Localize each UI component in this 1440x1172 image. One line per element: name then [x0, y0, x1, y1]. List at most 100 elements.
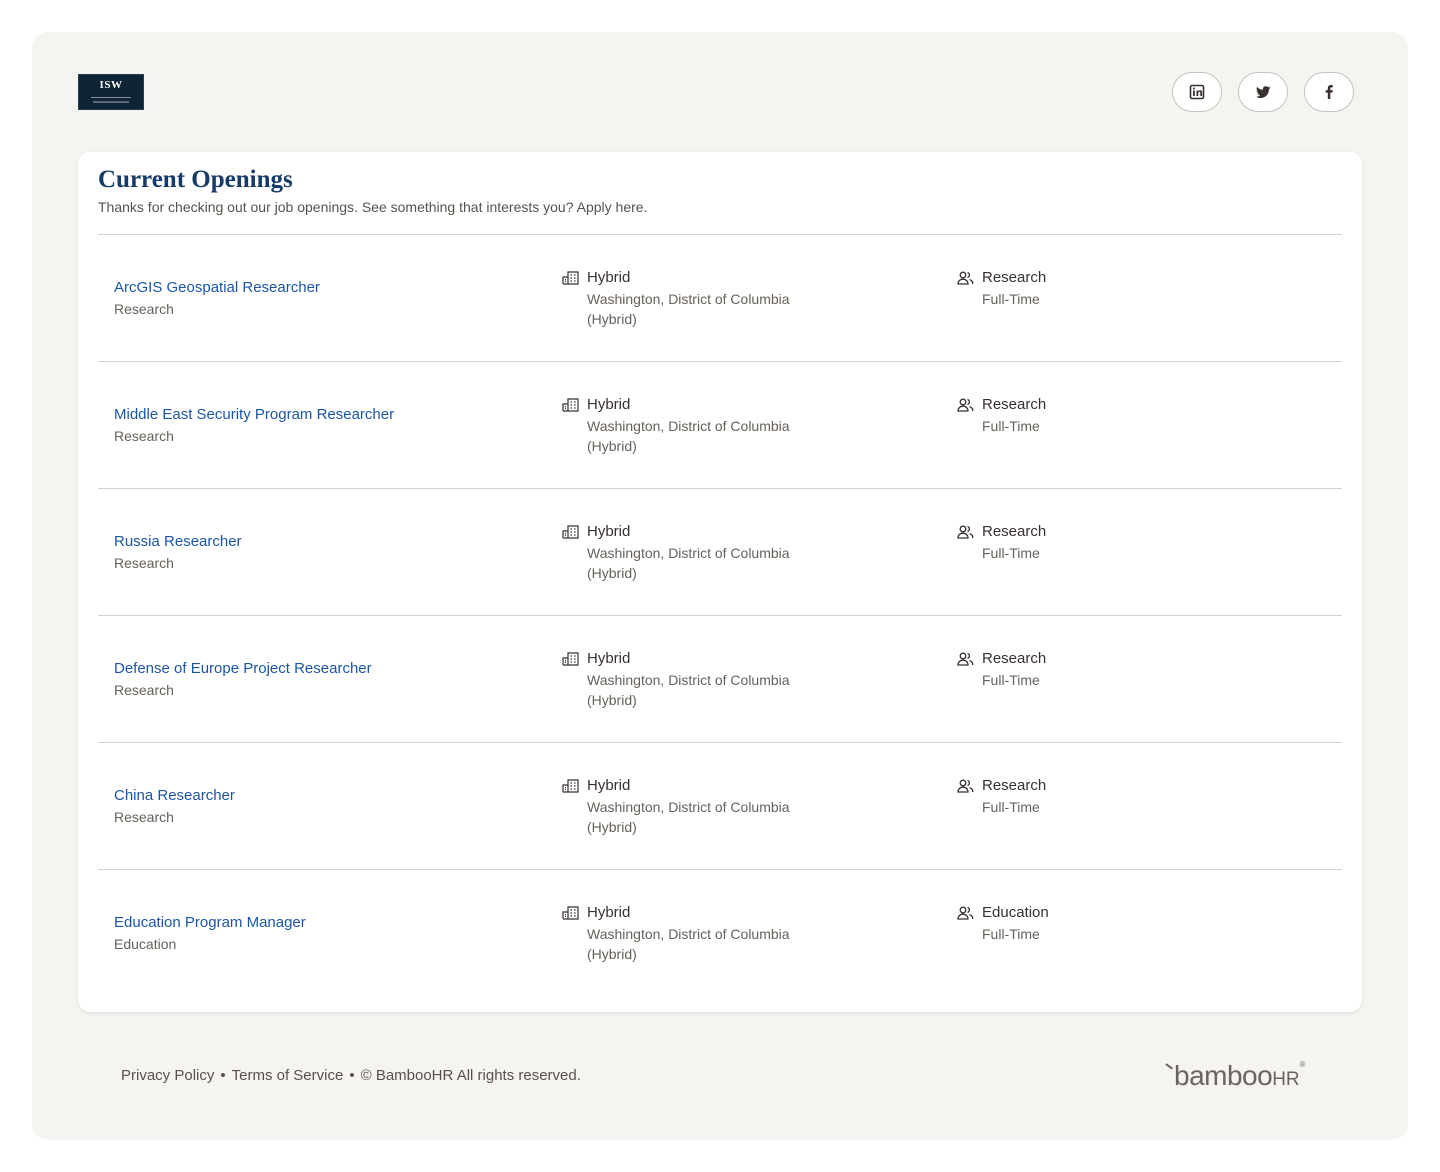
- job-location: Hybrid Washington, District of Columbia …: [562, 904, 790, 964]
- people-icon: [957, 779, 974, 793]
- job-row: Russia Researcher Research Hybrid Washin…: [98, 488, 1342, 615]
- location-type: Hybrid: [587, 777, 631, 794]
- job-row: China Researcher Research Hybrid Washing…: [98, 742, 1342, 869]
- location-city: Washington, District of Columbia: [587, 926, 790, 942]
- location-note: (Hybrid): [587, 819, 637, 835]
- job-title-link[interactable]: China Researcher: [114, 787, 235, 804]
- building-icon: [562, 652, 579, 666]
- location-city: Washington, District of Columbia: [587, 672, 790, 688]
- location-note: (Hybrid): [587, 692, 637, 708]
- linkedin-icon: [1189, 84, 1205, 100]
- job-department: Research: [114, 428, 174, 444]
- job-row: Middle East Security Program Researcher …: [98, 361, 1342, 488]
- facebook-button[interactable]: [1304, 72, 1354, 112]
- people-icon: [957, 906, 974, 920]
- page-container: ISW Current Openings Thanks for checking…: [32, 32, 1408, 1140]
- location-note: (Hybrid): [587, 438, 637, 454]
- job-team: Research Full-Time: [957, 523, 1046, 563]
- brand-registered: ®: [1299, 1060, 1306, 1069]
- employment-type: Full-Time: [982, 672, 1040, 688]
- building-icon: [562, 525, 579, 539]
- job-title-link[interactable]: Defense of Europe Project Researcher: [114, 660, 372, 677]
- building-icon: [562, 271, 579, 285]
- page-title: Current Openings: [98, 166, 293, 193]
- location-city: Washington, District of Columbia: [587, 418, 790, 434]
- location-type: Hybrid: [587, 650, 631, 667]
- job-team-name: Research: [982, 650, 1047, 667]
- location-city: Washington, District of Columbia: [587, 545, 790, 561]
- job-location: Hybrid Washington, District of Columbia …: [562, 269, 790, 329]
- employment-type: Full-Time: [982, 418, 1040, 434]
- building-icon: [562, 398, 579, 412]
- job-list: ArcGIS Geospatial Researcher Research Hy…: [98, 234, 1342, 996]
- brand-main: bamboo: [1174, 1060, 1273, 1091]
- location-note: (Hybrid): [587, 311, 637, 327]
- location-type: Hybrid: [587, 269, 631, 286]
- job-info: Education Program Manager Education: [114, 914, 306, 952]
- job-department: Research: [114, 301, 174, 317]
- job-title-link[interactable]: Education Program Manager: [114, 914, 306, 931]
- job-department: Research: [114, 682, 174, 698]
- logo-divider: [91, 97, 131, 98]
- job-location: Hybrid Washington, District of Columbia …: [562, 396, 790, 456]
- location-note: (Hybrid): [587, 946, 637, 962]
- job-row: Defense of Europe Project Researcher Res…: [98, 615, 1342, 742]
- people-icon: [957, 271, 974, 285]
- facebook-icon: [1325, 85, 1333, 99]
- terms-of-service-link[interactable]: Terms of Service: [232, 1067, 344, 1084]
- employment-type: Full-Time: [982, 799, 1040, 815]
- employment-type: Full-Time: [982, 926, 1040, 942]
- bamboo-leaf-icon: [1163, 1063, 1173, 1073]
- logo-text: ISW: [99, 79, 123, 91]
- job-team: Education Full-Time: [957, 904, 1049, 944]
- job-team: Research Full-Time: [957, 650, 1046, 690]
- job-team-name: Research: [982, 523, 1047, 540]
- job-department: Research: [114, 809, 174, 825]
- job-team-name: Education: [982, 904, 1049, 921]
- job-team-name: Research: [982, 777, 1047, 794]
- job-info: Middle East Security Program Researcher …: [114, 406, 394, 444]
- bamboohr-logo[interactable]: bambooHR®: [1163, 1060, 1306, 1092]
- company-logo[interactable]: ISW: [78, 74, 144, 110]
- job-title-link[interactable]: ArcGIS Geospatial Researcher: [114, 279, 320, 296]
- location-type: Hybrid: [587, 396, 631, 413]
- job-location: Hybrid Washington, District of Columbia …: [562, 523, 790, 583]
- job-department: Research: [114, 555, 174, 571]
- job-info: Russia Researcher Research: [114, 533, 242, 571]
- job-info: China Researcher Research: [114, 787, 235, 825]
- job-location: Hybrid Washington, District of Columbia …: [562, 777, 790, 837]
- linkedin-button[interactable]: [1172, 72, 1222, 112]
- page-subtitle: Thanks for checking out our job openings…: [98, 199, 648, 215]
- footer-separator: •: [220, 1067, 226, 1084]
- job-location: Hybrid Washington, District of Columbia …: [562, 650, 790, 710]
- twitter-button[interactable]: [1238, 72, 1288, 112]
- job-row: ArcGIS Geospatial Researcher Research Hy…: [98, 234, 1342, 361]
- job-info: ArcGIS Geospatial Researcher Research: [114, 279, 320, 317]
- location-note: (Hybrid): [587, 565, 637, 581]
- job-team: Research Full-Time: [957, 777, 1046, 817]
- privacy-policy-link[interactable]: Privacy Policy: [121, 1067, 214, 1084]
- job-team-name: Research: [982, 269, 1047, 286]
- people-icon: [957, 398, 974, 412]
- job-title-link[interactable]: Middle East Security Program Researcher: [114, 406, 394, 423]
- job-team-name: Research: [982, 396, 1047, 413]
- footer-separator: •: [349, 1067, 355, 1084]
- employment-type: Full-Time: [982, 545, 1040, 561]
- brand-hr: HR: [1272, 1069, 1300, 1090]
- people-icon: [957, 652, 974, 666]
- building-icon: [562, 779, 579, 793]
- location-type: Hybrid: [587, 523, 631, 540]
- location-city: Washington, District of Columbia: [587, 291, 790, 307]
- employment-type: Full-Time: [982, 291, 1040, 307]
- social-links: [1172, 72, 1354, 112]
- location-city: Washington, District of Columbia: [587, 799, 790, 815]
- location-type: Hybrid: [587, 904, 631, 921]
- logo-tagline-mark: [93, 101, 129, 103]
- job-title-link[interactable]: Russia Researcher: [114, 533, 242, 550]
- job-department: Education: [114, 936, 177, 952]
- openings-card: Current Openings Thanks for checking out…: [78, 152, 1362, 1012]
- job-row: Education Program Manager Education Hybr…: [98, 869, 1342, 996]
- copyright-text: © BambooHR All rights reserved.: [360, 1067, 581, 1084]
- twitter-icon: [1256, 86, 1271, 98]
- job-team: Research Full-Time: [957, 396, 1046, 436]
